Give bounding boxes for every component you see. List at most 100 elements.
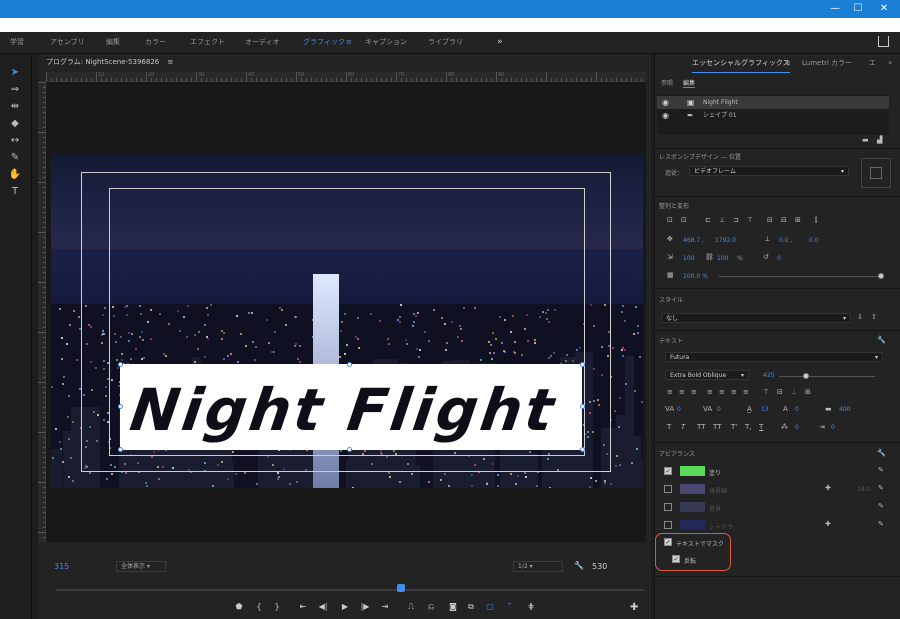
handle-top-center[interactable]	[347, 362, 352, 367]
subscript-button[interactable]: T,	[745, 423, 752, 431]
pen-tool-icon[interactable]: ✎	[7, 151, 23, 165]
align-left-icon[interactable]: ⊏	[705, 216, 711, 224]
workspace-assembly[interactable]: アセンブリ	[50, 32, 85, 54]
align-top-icon[interactable]: ⊤	[747, 216, 753, 224]
handle-bottom-left[interactable]	[118, 447, 123, 452]
handle-middle-left[interactable]	[118, 404, 123, 409]
more-tabs-button[interactable]: »	[888, 54, 892, 72]
faux-italic-button[interactable]: T	[681, 423, 685, 431]
all-caps-button[interactable]: TT	[697, 423, 705, 431]
share-icon[interactable]	[878, 36, 889, 47]
opacity-value[interactable]: 100.0 %	[683, 273, 708, 280]
subtab-edit[interactable]: 編集	[682, 80, 695, 88]
add-button-icon[interactable]: ✚	[630, 602, 638, 613]
add-stroke-icon[interactable]: ✚	[825, 484, 831, 492]
safe-margins-icon[interactable]: ▢	[483, 600, 497, 614]
handle-middle-right[interactable]	[580, 404, 585, 409]
stroke-width-value[interactable]: 14.0	[857, 486, 870, 493]
go-to-out-icon[interactable]: ⇥	[378, 600, 392, 614]
background-eyedropper-icon[interactable]: ✎	[878, 502, 884, 510]
shadow-checkbox[interactable]	[664, 521, 672, 529]
shadow-color-swatch[interactable]	[680, 520, 705, 530]
style-dropdown[interactable]: なし ▾	[661, 313, 851, 323]
handle-top-right[interactable]	[580, 362, 585, 367]
text-top-icon[interactable]: ⊤	[763, 388, 769, 396]
export-frame-icon[interactable]: ◙	[446, 600, 460, 614]
visibility-eye-icon[interactable]: ◉	[662, 109, 669, 122]
small-caps-button[interactable]: TT	[713, 423, 721, 431]
leading-value[interactable]: 13	[761, 406, 769, 413]
font-size-value[interactable]: 425	[763, 372, 774, 379]
track-select-tool-icon[interactable]: ⇒	[7, 83, 23, 97]
workspace-graphics[interactable]: グラフィック	[303, 32, 345, 54]
step-forward-icon[interactable]: |▶	[358, 600, 372, 614]
justify-right-icon[interactable]: ≡	[731, 388, 737, 396]
shadow-eyedropper-icon[interactable]: ✎	[878, 520, 884, 528]
add-shadow-icon[interactable]: ✚	[825, 520, 831, 528]
workspace-libraries[interactable]: ライブラリ	[428, 32, 463, 54]
resolution-dropdown[interactable]: 1/2 ▾	[513, 561, 563, 572]
tab-essential-graphics[interactable]: エッセンシャルグラフィックス	[692, 54, 790, 73]
distribute-vertical-icon[interactable]: ⫿	[815, 216, 817, 225]
scale-value[interactable]: 100	[683, 255, 694, 262]
playhead-marker[interactable]	[397, 584, 405, 592]
tsume-value[interactable]: 400	[839, 406, 850, 413]
background-color-swatch[interactable]	[680, 502, 705, 512]
layer-item[interactable]: ◉ ▣ Night Flight	[657, 96, 889, 109]
text-bottom-icon[interactable]: ⊥	[791, 388, 797, 396]
faux-bold-button[interactable]: T	[667, 423, 671, 431]
handle-top-left[interactable]	[118, 362, 123, 367]
background-checkbox[interactable]	[664, 503, 672, 511]
multi-camera-icon[interactable]: ⋕	[524, 600, 538, 614]
workspace-edit[interactable]: 編集	[106, 32, 120, 54]
tab-menu-icon[interactable]: ≡	[785, 54, 791, 72]
underline-button[interactable]: T	[759, 423, 763, 431]
ripple-edit-tool-icon[interactable]: ⇹	[7, 100, 23, 114]
justify-center-icon[interactable]: ≡	[719, 388, 725, 396]
monitor-menu-icon[interactable]: ≡	[167, 58, 173, 66]
monitor-title-text[interactable]: プログラム: NightScene-5396826	[46, 58, 159, 66]
mark-in-icon[interactable]: {	[252, 600, 266, 614]
slip-tool-icon[interactable]: ↔	[7, 134, 23, 148]
extract-icon[interactable]: ⎌	[424, 600, 438, 614]
comparison-view-icon[interactable]: ⧉	[464, 600, 478, 614]
justify-left-icon[interactable]: ≡	[707, 388, 713, 396]
maximize-button[interactable]: ☐	[845, 0, 871, 18]
tracking-value[interactable]: 0	[677, 406, 681, 413]
text-fill-icon[interactable]: ⊞	[805, 388, 811, 396]
subtab-browse[interactable]: 参照	[661, 80, 673, 87]
align-horizontal-center-icon[interactable]: ⊡	[681, 216, 687, 224]
more-workspaces-button[interactable]: »	[497, 32, 503, 52]
font-size-slider-knob[interactable]	[803, 373, 809, 379]
play-icon[interactable]: ▶	[338, 600, 352, 614]
stroke-color-swatch[interactable]	[680, 484, 705, 494]
new-group-icon[interactable]: ▬	[862, 136, 869, 144]
razor-tool-icon[interactable]: ◆	[7, 117, 23, 131]
stroke-eyedropper-icon[interactable]: ✎	[878, 484, 884, 492]
tab-lumetri-color[interactable]: Lumetri カラー	[802, 54, 852, 72]
link-icon[interactable]: ⛓	[705, 253, 714, 261]
align-vertical-center-icon[interactable]: ⊡	[667, 216, 673, 224]
fill-checkbox[interactable]: ✓	[664, 467, 672, 475]
workspace-menu-icon[interactable]: ≡	[346, 32, 352, 54]
lift-icon[interactable]: ⎍	[404, 600, 418, 614]
distribute-horizontal-icon[interactable]: ⊞	[795, 216, 801, 224]
marker-icon[interactable]: ⬟	[232, 600, 246, 614]
close-button[interactable]: ✕	[871, 0, 897, 18]
hand-tool-icon[interactable]: ✋	[7, 168, 23, 182]
superscript-button[interactable]: T'	[731, 423, 737, 431]
align-text-left-icon[interactable]: ≡	[667, 388, 673, 396]
align-bottom-icon[interactable]: ⊟	[781, 216, 787, 224]
crop-guide-icon[interactable]: ⌜	[503, 600, 517, 614]
style-down-icon[interactable]: ⇩	[857, 313, 863, 321]
rotation-value[interactable]: 0	[777, 255, 781, 262]
zoom-dropdown[interactable]: 全体表示 ▾	[116, 561, 166, 572]
workspace-audio[interactable]: オーディオ	[245, 32, 280, 54]
timeline-scrubber[interactable]	[56, 584, 644, 594]
position-y[interactable]: 1792.0	[715, 237, 736, 244]
font-style-dropdown[interactable]: Extra Bold Oblique ▾	[665, 370, 749, 380]
handle-bottom-right[interactable]	[580, 447, 585, 452]
new-layer-icon[interactable]: ▟	[877, 136, 882, 144]
visibility-eye-icon[interactable]: ◉	[662, 96, 669, 109]
workspace-color[interactable]: カラー	[145, 32, 166, 54]
